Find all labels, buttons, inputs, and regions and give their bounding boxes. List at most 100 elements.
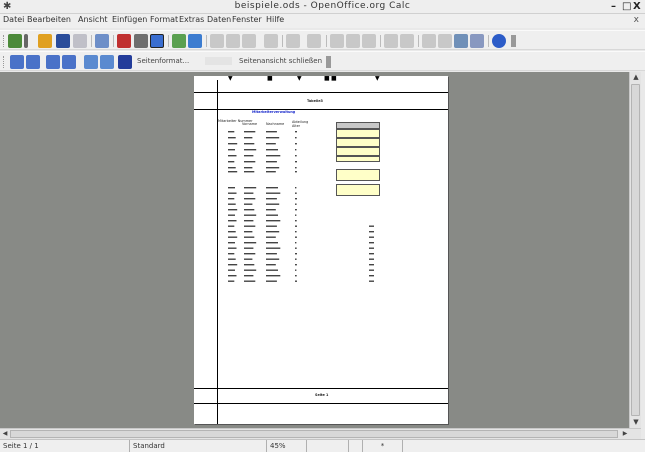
standard-toolbar <box>0 30 645 50</box>
table-cell <box>369 264 374 266</box>
menu-view[interactable]: Ansicht <box>78 15 108 24</box>
last-page-icon[interactable] <box>62 55 76 69</box>
table-cell <box>228 220 237 222</box>
print-icon[interactable] <box>134 34 148 48</box>
previous-page-icon[interactable] <box>10 55 24 69</box>
export-pdf-icon[interactable] <box>117 34 131 48</box>
vertical-scroll-thumb[interactable] <box>631 84 640 416</box>
close-window-button[interactable]: X <box>633 1 641 12</box>
table-cell <box>266 231 280 233</box>
toolbar-grip[interactable] <box>3 56 5 68</box>
toolbar-separator <box>282 35 283 47</box>
next-page-icon[interactable] <box>26 55 40 69</box>
page-preview-area: ▼ ■ ▼ ■ ■ ▼ Tabelle3 Seite 1 Mitarbeiter… <box>0 72 629 428</box>
table-cell <box>244 220 254 222</box>
zoom-out-icon[interactable] <box>100 55 114 69</box>
menu-format[interactable]: Format <box>150 15 178 24</box>
table-cell <box>266 161 277 163</box>
table-cell <box>295 131 297 133</box>
table-cell <box>266 264 276 266</box>
table-cell <box>295 155 297 157</box>
table-cell <box>266 242 278 244</box>
table-cell <box>228 264 238 266</box>
new-dropdown-icon[interactable] <box>24 34 28 48</box>
menu-insert[interactable]: Einfügen <box>112 15 147 24</box>
scroll-right-icon[interactable]: ▶ <box>620 429 630 439</box>
table-cell <box>228 225 235 227</box>
table-cell <box>244 247 254 249</box>
full-screen-icon[interactable] <box>118 55 132 69</box>
table-cell <box>295 253 297 255</box>
toolbar-overflow-icon[interactable] <box>511 35 516 47</box>
table-cell <box>266 137 280 139</box>
calc-window: ✱ beispiele.ods - OpenOffice.org Calc – … <box>0 0 645 452</box>
edit-file-icon[interactable] <box>95 34 109 48</box>
window-title: beispiele.ods - OpenOffice.org Calc <box>234 1 411 11</box>
menu-edit[interactable]: Bearbeiten <box>27 15 71 24</box>
table-cell <box>228 231 236 233</box>
email-icon[interactable] <box>73 34 87 48</box>
open-icon[interactable] <box>38 34 52 48</box>
table-cell <box>369 247 374 249</box>
page-format-button[interactable]: Seitenformat... <box>137 57 189 65</box>
table-cell <box>266 203 280 205</box>
new-document-icon[interactable] <box>8 34 22 48</box>
toolbar-overflow-icon[interactable] <box>326 56 331 68</box>
format-paintbrush-icon <box>264 34 278 48</box>
zoom-icon[interactable] <box>470 34 484 48</box>
table-cell <box>228 269 235 271</box>
table-cell <box>369 275 374 277</box>
first-page-icon[interactable] <box>46 55 60 69</box>
table-cell <box>244 209 255 211</box>
zoom-in-icon[interactable] <box>84 55 98 69</box>
document-modified: * <box>363 440 403 452</box>
table-cell <box>228 275 237 277</box>
table-cell <box>266 187 278 189</box>
table-cell <box>228 143 238 145</box>
navigator-icon <box>438 34 452 48</box>
scroll-left-icon[interactable]: ◀ <box>0 429 10 439</box>
close-document-icon[interactable]: x <box>634 15 639 25</box>
table-cell <box>228 155 237 157</box>
table-cell <box>369 258 374 260</box>
table-cell <box>295 209 297 211</box>
menu-window[interactable]: Fenster <box>232 15 262 24</box>
menu-tools[interactable]: Extras <box>179 15 204 24</box>
table-cell <box>369 253 374 255</box>
selection-mode[interactable] <box>349 440 363 452</box>
close-preview-button[interactable]: Seitenansicht schließen <box>239 57 322 65</box>
menu-file[interactable]: Datei <box>3 15 24 24</box>
table-cell <box>228 167 236 169</box>
save-icon[interactable] <box>56 34 70 48</box>
toolbar-grip[interactable] <box>3 35 5 47</box>
gallery-icon[interactable] <box>454 34 468 48</box>
table-cell <box>244 161 256 163</box>
table-cell <box>295 247 297 249</box>
autospellcheck-icon[interactable] <box>188 34 202 48</box>
vertical-scrollbar[interactable]: ▲ ▼ <box>629 72 641 428</box>
scroll-up-icon[interactable]: ▲ <box>630 72 642 83</box>
help-icon[interactable] <box>492 34 506 48</box>
horizontal-scroll-thumb[interactable] <box>10 430 618 438</box>
menu-help[interactable]: Hilfe <box>266 15 284 24</box>
scroll-down-icon[interactable]: ▼ <box>630 417 642 428</box>
page-preview-icon[interactable] <box>150 34 164 48</box>
maximize-button[interactable]: □ <box>622 1 631 12</box>
minimize-button[interactable]: – <box>611 1 616 12</box>
find-replace-icon <box>422 34 436 48</box>
table-cell <box>266 149 278 151</box>
horizontal-scrollbar[interactable]: ◀ ▶ <box>0 428 641 439</box>
zoom-level[interactable]: 45% <box>267 440 307 452</box>
table-cell <box>266 171 276 173</box>
menu-data[interactable]: Daten <box>207 15 231 24</box>
margins-button[interactable] <box>205 57 232 65</box>
insert-mode[interactable] <box>307 440 349 452</box>
spellcheck-icon[interactable] <box>172 34 186 48</box>
table-cell <box>266 258 280 260</box>
preview-page: ▼ ■ ▼ ■ ■ ▼ Tabelle3 Seite 1 Mitarbeiter… <box>194 76 448 424</box>
table-cell <box>266 209 276 211</box>
table-cell <box>266 192 281 194</box>
table-cell <box>295 137 297 139</box>
toolbar-separator <box>488 35 489 47</box>
page-style[interactable]: Standard <box>130 440 267 452</box>
